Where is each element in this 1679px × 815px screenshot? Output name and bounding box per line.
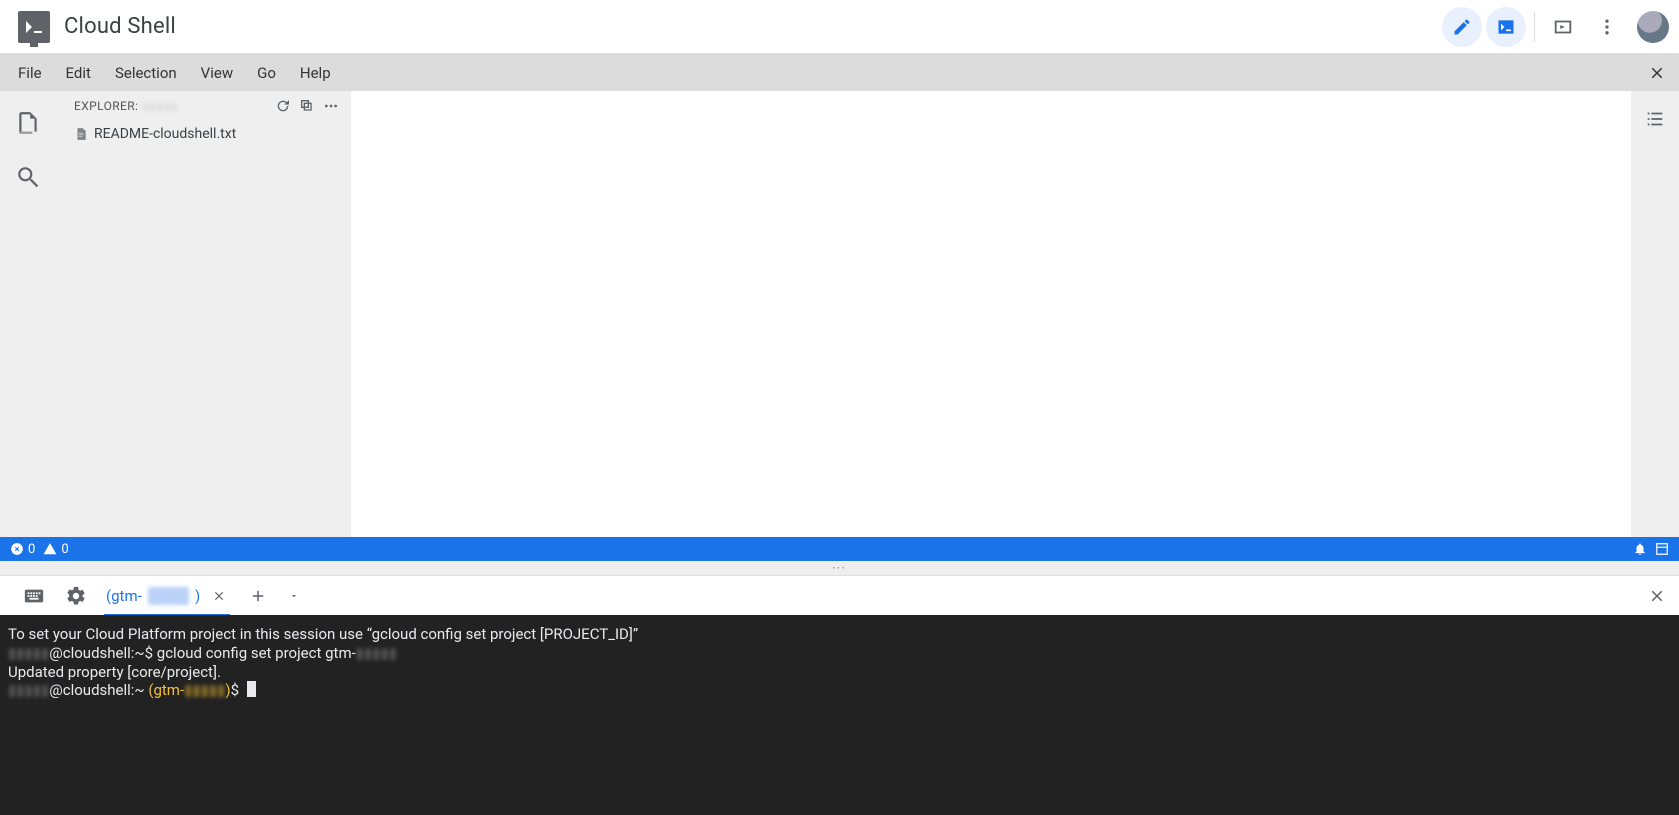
activity-bar (0, 91, 56, 537)
settings-button[interactable] (62, 582, 90, 610)
status-warnings[interactable]: 0 (43, 542, 68, 557)
resize-handle[interactable]: ⋯ (0, 561, 1679, 575)
close-editor-button[interactable] (1645, 61, 1669, 85)
separator (1534, 12, 1535, 42)
menu-bar: File Edit Selection View Go Help (0, 54, 1679, 91)
menu-help[interactable]: Help (288, 58, 343, 88)
explorer-header: EXPLORER: ▮▮▮▮▮ (56, 91, 351, 121)
search-tab-button[interactable] (10, 159, 46, 195)
collapse-button[interactable] (295, 94, 319, 118)
file-icon (74, 127, 88, 141)
terminal-button[interactable] (1486, 7, 1526, 47)
edit-button[interactable] (1442, 7, 1482, 47)
terminal-line: ▮▮▮▮▮@cloudshell:~$ gcloud config set pr… (8, 644, 1671, 663)
error-count: 0 (28, 542, 35, 557)
file-name: README-cloudshell.txt (94, 126, 236, 142)
status-bar: 0 0 (0, 537, 1679, 561)
terminal-tab-project: ▮▮▮▮▮ (148, 587, 189, 605)
avatar[interactable] (1637, 11, 1669, 43)
explorer-panel: EXPLORER: ▮▮▮▮▮ README-cloudshell.txt (56, 91, 351, 537)
terminal[interactable]: To set your Cloud Platform project in th… (0, 615, 1679, 815)
right-gutter (1631, 91, 1679, 537)
terminal-prompt: ▮▮▮▮▮@cloudshell:~ (gtm-▮▮▮▮▮)$ (8, 681, 1671, 700)
terminal-tab-prefix: (gtm- (106, 587, 142, 605)
more-button[interactable] (1587, 7, 1627, 47)
terminal-tab-suffix: ) (195, 587, 200, 605)
keyboard-button[interactable] (20, 582, 48, 610)
warning-count: 0 (61, 542, 68, 557)
status-errors[interactable]: 0 (10, 542, 35, 557)
layout-button[interactable] (1655, 542, 1669, 556)
terminal-line: To set your Cloud Platform project in th… (8, 625, 1671, 644)
notifications-button[interactable] (1633, 542, 1647, 556)
close-terminal-button[interactable] (1643, 582, 1671, 610)
terminal-tab-bar: (gtm- ▮▮▮▮▮) (0, 575, 1679, 615)
refresh-button[interactable] (271, 94, 295, 118)
editor-area: EXPLORER: ▮▮▮▮▮ README-cloudshell.txt (0, 91, 1679, 537)
menu-selection[interactable]: Selection (103, 58, 189, 88)
preview-button[interactable] (1543, 7, 1583, 47)
menu-edit[interactable]: Edit (54, 58, 103, 88)
cloud-shell-logo-icon (18, 11, 50, 43)
app-title: Cloud Shell (64, 14, 176, 39)
terminal-tab[interactable]: (gtm- ▮▮▮▮▮) (104, 577, 230, 617)
explorer-tab-button[interactable] (10, 105, 46, 141)
explorer-more-button[interactable] (319, 94, 343, 118)
explorer-label: EXPLORER: (74, 99, 138, 113)
new-terminal-button[interactable] (244, 582, 272, 610)
explorer-project-name: ▮▮▮▮▮ (142, 99, 177, 113)
new-terminal-dropdown[interactable] (286, 582, 302, 610)
terminal-line: Updated property [core/project]. (8, 663, 1671, 682)
menu-file[interactable]: File (6, 58, 54, 88)
top-bar: Cloud Shell (0, 0, 1679, 54)
menu-view[interactable]: View (189, 58, 245, 88)
editor-canvas[interactable] (351, 91, 1631, 537)
terminal-tab-close-button[interactable] (210, 587, 228, 605)
drag-dots-icon: ⋯ (832, 560, 848, 576)
outline-button[interactable] (1641, 105, 1669, 133)
cursor-icon (247, 681, 256, 697)
menu-go[interactable]: Go (245, 58, 288, 88)
file-item[interactable]: README-cloudshell.txt (56, 121, 351, 147)
